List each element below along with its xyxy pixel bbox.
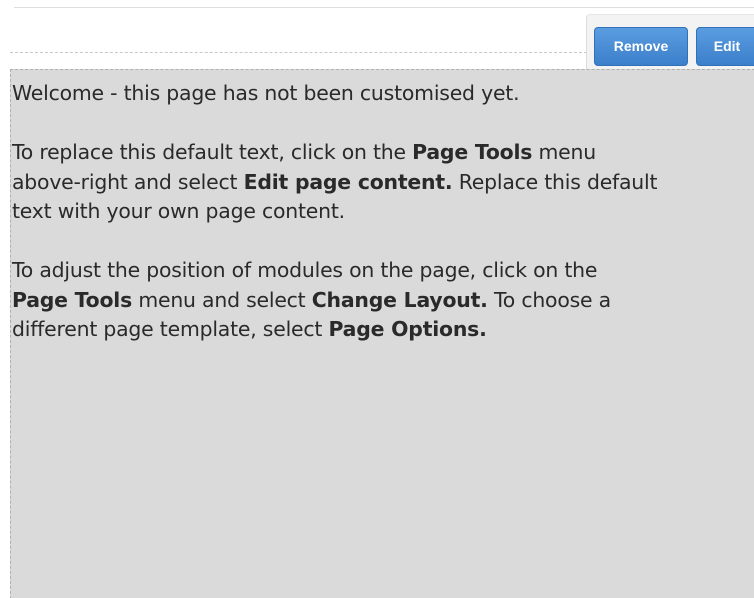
text-run: text with your own page content. <box>12 199 345 223</box>
top-divider <box>14 7 754 8</box>
content-module: Welcome - this page has not been customi… <box>10 69 754 598</box>
page-tools-emphasis: Page Tools <box>412 140 533 164</box>
change-layout-emphasis: Change Layout. <box>311 287 488 312</box>
welcome-text: Welcome - this page has not been customi… <box>12 81 520 105</box>
text-run: menu <box>532 140 596 164</box>
replace-text-paragraph: To replace this default text, click on t… <box>12 138 754 227</box>
text-run: To replace this default text, click on t… <box>12 140 413 164</box>
remove-button[interactable]: Remove <box>594 27 688 66</box>
text-run: above-right and select <box>12 169 244 194</box>
edit-page-content-emphasis: Edit page content. <box>243 169 453 194</box>
text-run: menu and select <box>132 287 312 312</box>
module-dashed-border <box>10 52 592 53</box>
text-run: Replace this default <box>452 169 658 194</box>
welcome-paragraph: Welcome - this page has not been customi… <box>12 79 754 109</box>
content-text: Welcome - this page has not been customi… <box>12 79 754 374</box>
page-options-emphasis: Page Options. <box>328 317 487 341</box>
page-tools-emphasis: Page Tools <box>12 287 133 312</box>
page: Remove Edit Welcome - this page has not … <box>0 0 754 598</box>
layout-paragraph: To adjust the position of modules on the… <box>12 256 754 345</box>
edit-button[interactable]: Edit <box>696 27 754 66</box>
module-toolbar: Remove Edit <box>586 14 754 74</box>
text-run: To choose a <box>487 287 611 312</box>
text-run: different page template, select <box>12 317 329 341</box>
text-run: To adjust the position of modules on the… <box>12 258 598 282</box>
